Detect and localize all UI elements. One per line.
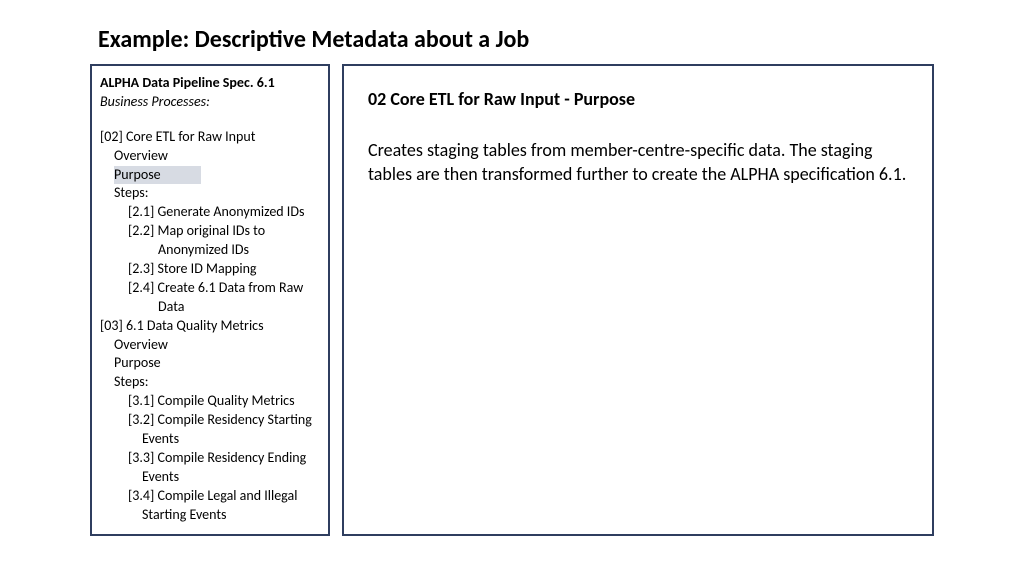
- tree-item-step-2-2[interactable]: [2.2] Map original IDs to: [100, 222, 322, 241]
- tree-item-steps-label: Steps:: [100, 184, 322, 203]
- panels-container: ALPHA Data Pipeline Spec. 6.1 Business P…: [90, 64, 934, 536]
- tree-item-steps-label-03: Steps:: [100, 373, 322, 392]
- tree-item-step-3-4[interactable]: [3.4] Compile Legal and Illegal: [100, 487, 322, 506]
- tree-item-step-3-3[interactable]: [3.3] Compile Residency Ending: [100, 449, 322, 468]
- tree-item-step-2-4-wrap: Data: [100, 298, 322, 317]
- tree-item-step-2-2-wrap: Anonymized IDs: [100, 241, 322, 260]
- content-body: Creates staging tables from member-centr…: [368, 138, 908, 187]
- tree-item-step-2-3[interactable]: [2.3] Store ID Mapping: [100, 260, 322, 279]
- tree-item-section-02[interactable]: [02] Core ETL for Raw Input: [100, 128, 322, 147]
- tree-item-step-3-2[interactable]: [3.2] Compile Residency Starting: [100, 411, 322, 430]
- tree-item-step-3-4-wrap: Starting Events: [100, 506, 322, 525]
- tree-item-overview[interactable]: Overview: [100, 147, 322, 166]
- tree-item-step-2-4[interactable]: [2.4] Create 6.1 Data from Raw: [100, 279, 322, 298]
- content-title: 02 Core ETL for Raw Input - Purpose: [368, 88, 908, 110]
- tree-item-step-3-2-wrap: Events: [100, 430, 322, 449]
- sidebar-title: ALPHA Data Pipeline Spec. 6.1: [100, 74, 322, 93]
- tree-item-purpose-selected[interactable]: Purpose: [100, 166, 322, 185]
- content-panel: 02 Core ETL for Raw Input - Purpose Crea…: [342, 64, 934, 536]
- sidebar-subtitle: Business Processes:: [100, 93, 322, 112]
- selected-label: Purpose: [114, 166, 201, 185]
- tree-item-step-2-1[interactable]: [2.1] Generate Anonymized IDs: [100, 203, 322, 222]
- tree-item-step-3-3-wrap: Events: [100, 468, 322, 487]
- navigation-sidebar: ALPHA Data Pipeline Spec. 6.1 Business P…: [90, 64, 330, 536]
- tree-item-section-03[interactable]: [03] 6.1 Data Quality Metrics: [100, 317, 322, 336]
- page-title: Example: Descriptive Metadata about a Jo…: [98, 25, 934, 54]
- tree-item-purpose-03[interactable]: Purpose: [100, 354, 322, 373]
- tree-item-step-3-1[interactable]: [3.1] Compile Quality Metrics: [100, 392, 322, 411]
- tree-item-overview-03[interactable]: Overview: [100, 336, 322, 355]
